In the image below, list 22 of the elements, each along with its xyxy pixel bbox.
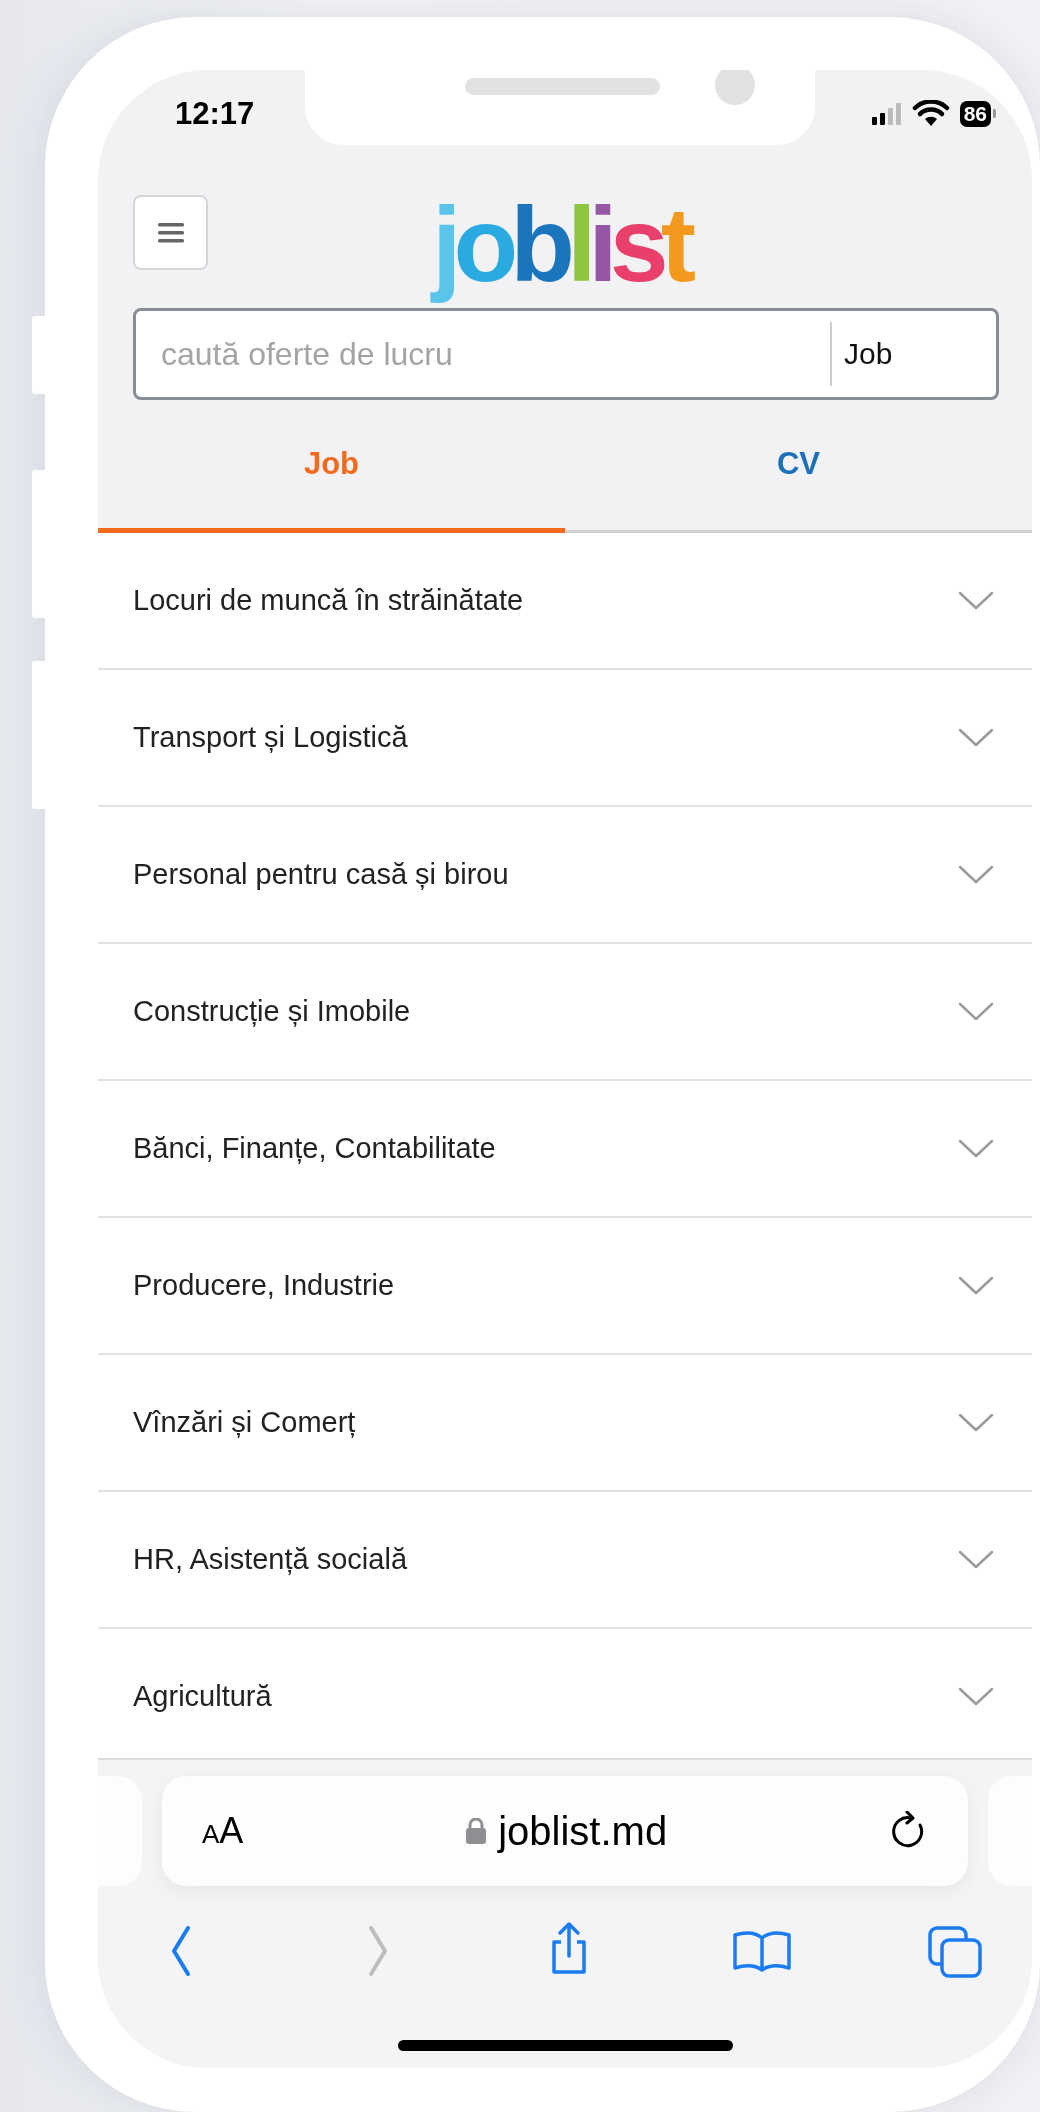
menu-button[interactable]	[133, 195, 208, 270]
category-row[interactable]: Locuri de muncă în străinătate	[98, 533, 1032, 670]
lock-icon	[466, 1818, 487, 1844]
wifi-icon	[911, 100, 950, 127]
address-bar[interactable]: AA joblist.md	[162, 1776, 968, 1886]
category-select[interactable]: Job	[832, 337, 996, 371]
category-row[interactable]: Transport și Logistică	[98, 670, 1032, 807]
category-row[interactable]: Personal pentru casă și birou	[98, 807, 1032, 944]
category-row[interactable]: Construcție și Imobile	[98, 944, 1032, 1081]
status-time: 12:17	[175, 95, 256, 132]
url-text: joblist.md	[498, 1808, 668, 1854]
logo[interactable]: joblist	[427, 185, 703, 303]
camera-dot	[715, 70, 755, 105]
category-row[interactable]: Producere, Industrie	[98, 1218, 1032, 1355]
tab[interactable]: CV	[565, 400, 1032, 533]
category-row[interactable]: Vînzări și Comerț	[98, 1355, 1032, 1492]
signal-icon	[871, 102, 902, 125]
category-row[interactable]: HR, Asistență socială	[98, 1492, 1032, 1629]
text-size-button[interactable]: AA	[202, 1810, 244, 1852]
search-field[interactable]: caută oferte de lucru Job	[133, 308, 999, 400]
menu-icon	[157, 222, 184, 243]
category-row[interactable]: Bănci, Finanțe, Contabilitate	[98, 1081, 1032, 1218]
